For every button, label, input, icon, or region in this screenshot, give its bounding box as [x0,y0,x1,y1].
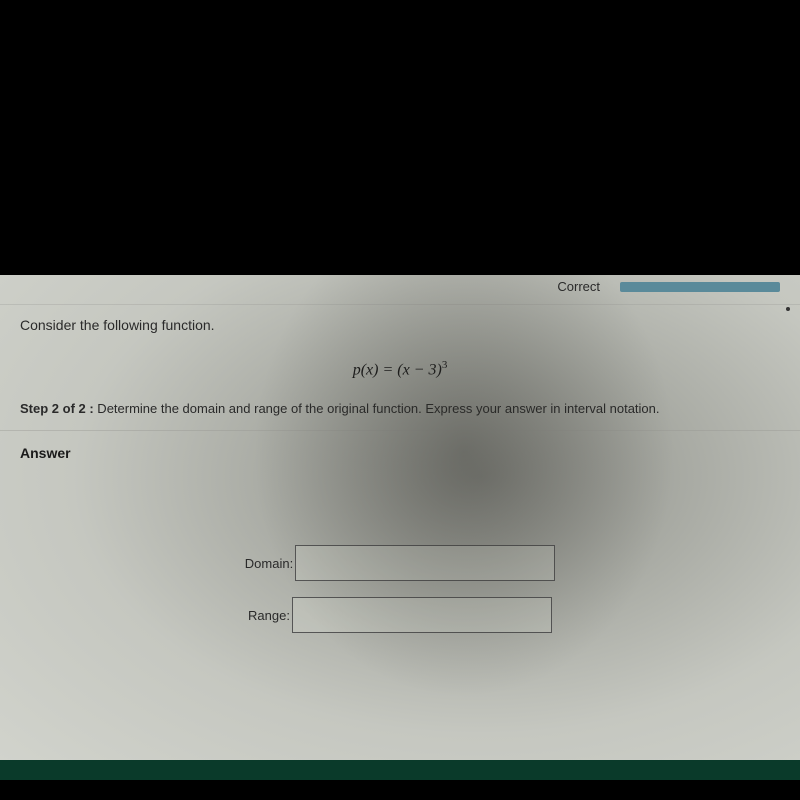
equation-exponent: 3 [442,359,448,371]
step-text: Determine the domain and range of the or… [94,401,660,416]
top-bar: Correct [0,275,800,305]
equation-rhs-base: (x − 3) [397,361,442,378]
status-correct: Correct [557,279,600,294]
decorative-dot [786,307,790,311]
function-equation: p(x) = (x − 3)3 [0,341,800,397]
bottom-green-strip [0,760,800,780]
domain-label: Domain: [245,556,295,571]
equation-lhs: p(x) [353,361,379,378]
range-row: Range: [248,597,552,633]
problem-content: Correct Consider the following function.… [0,275,800,780]
progress-bar [620,282,780,292]
answer-inputs: Domain: Range: [0,545,800,633]
range-input[interactable] [292,597,552,633]
range-label: Range: [248,608,292,623]
question-prompt: Consider the following function. [0,305,800,341]
domain-input[interactable] [295,545,555,581]
equation-equals: = [378,361,397,378]
domain-row: Domain: [245,545,555,581]
answer-header: Answer [0,431,800,475]
step-instruction: Step 2 of 2 : Determine the domain and r… [0,397,800,431]
black-letterbox-top [0,0,800,275]
step-prefix: Step 2 of 2 : [20,401,94,416]
